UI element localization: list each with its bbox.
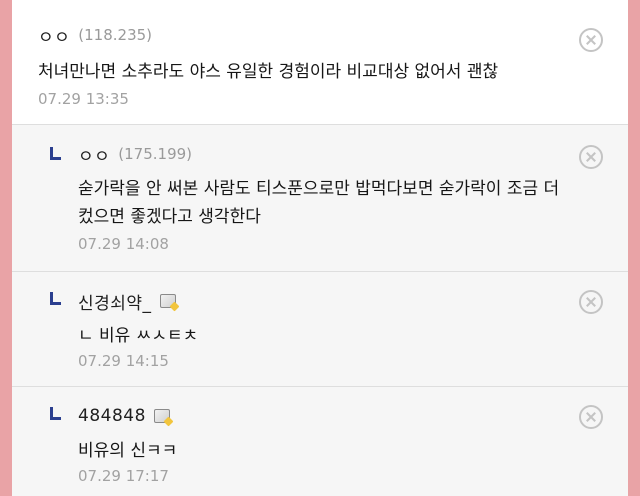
comment-header: ㅇㅇ (118.235) (38, 23, 153, 48)
comment-text: ㄴ 비유 ㅆㅅㅌㅊ (78, 326, 199, 346)
delete-comment-button[interactable] (579, 145, 603, 169)
reply-arrow-icon (50, 292, 62, 306)
comment-date: 07.29 14:15 (78, 352, 169, 370)
comment-text: 숟가락을 안 써본 사람도 티스푼으로만 밥먹다보면 숟가락이 조금 더 컸으면… (78, 179, 560, 227)
comment-nickname[interactable]: 신경쇠약_ (78, 289, 152, 314)
reply-arrow-icon (50, 147, 62, 161)
comment-list: 전 ㅇㅇ (118.235) 처녀만나면 소추라도 야스 유일한 경험이라 비교… (12, 0, 628, 496)
comment-text: 비유의 신ㅋㅋ (78, 441, 178, 461)
member-badge-icon (153, 409, 170, 423)
comment: ㅇㅇ (118.235) 처녀만나면 소추라도 야스 유일한 경험이라 비교대상… (12, 0, 628, 125)
comment-ip: (175.199) (118, 145, 193, 163)
reply-comment: 484848 비유의 신ㅋㅋ 07.29 17:17 (12, 387, 628, 496)
reply-comment: 신경쇠약_ ㄴ 비유 ㅆㅅㅌㅊ 07.29 14:15 (12, 272, 628, 387)
member-badge-icon (159, 294, 176, 308)
comment-nickname[interactable]: ㅇㅇ (78, 142, 110, 167)
comment-nickname[interactable]: ㅇㅇ (38, 23, 70, 48)
delete-comment-button[interactable] (579, 405, 603, 429)
comment-header: 484848 (78, 405, 170, 427)
comment-ip: (118.235) (78, 26, 153, 44)
delete-comment-button[interactable] (579, 28, 603, 52)
delete-comment-button[interactable] (579, 290, 603, 314)
comment-date: 07.29 13:35 (38, 90, 129, 108)
reply-comment: ㅇㅇ (175.199) 숟가락을 안 써본 사람도 티스푼으로만 밥먹다보면 … (12, 125, 628, 272)
reply-arrow-icon (50, 407, 62, 421)
comment-date: 07.29 14:08 (78, 235, 169, 253)
comment-header: ㅇㅇ (175.199) (78, 142, 193, 167)
comment-date: 07.29 17:17 (78, 467, 169, 485)
comment-text: 처녀만나면 소추라도 야스 유일한 경험이라 비교대상 없어서 괜찮 (38, 62, 499, 82)
comment-header: 신경쇠약_ (78, 289, 176, 314)
comment-nickname[interactable]: 484848 (78, 406, 146, 426)
